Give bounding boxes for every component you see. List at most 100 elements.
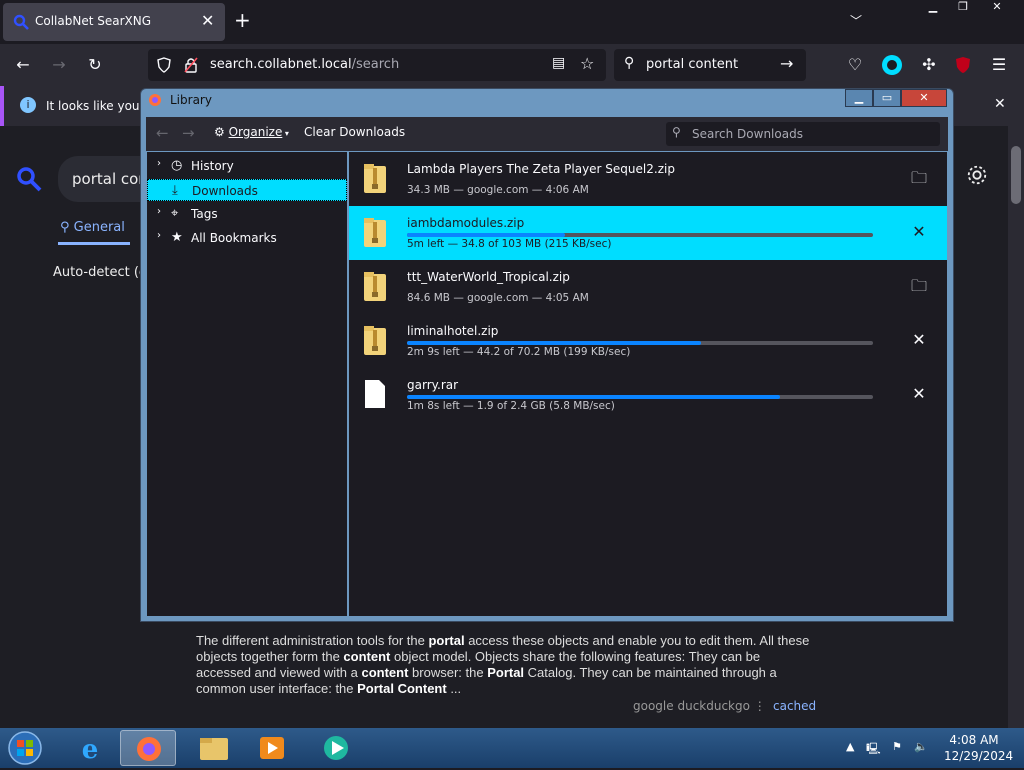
clock-time: 4:08 AM bbox=[949, 733, 999, 747]
cancel-download-icon[interactable]: ✕ bbox=[907, 328, 931, 352]
info-icon: i bbox=[20, 97, 36, 113]
snippet-bold: Portal Content bbox=[357, 681, 447, 696]
clear-downloads-button[interactable]: Clear Downloads bbox=[304, 125, 405, 139]
tab-general-label: General bbox=[73, 220, 125, 235]
expand-twisty-icon[interactable]: › bbox=[157, 206, 161, 217]
network-icon[interactable]: 🖳 bbox=[866, 740, 881, 759]
search-text[interactable]: portal content bbox=[646, 57, 738, 72]
snippet-text: The different administration tools for t… bbox=[196, 633, 429, 648]
page-scrollbar[interactable] bbox=[1008, 126, 1024, 728]
show-hidden-icons-icon[interactable]: ▲ bbox=[846, 740, 854, 753]
tree-item-downloads[interactable]: ⤓ Downloads bbox=[147, 179, 347, 201]
shield-icon[interactable] bbox=[156, 57, 172, 73]
file-explorer-icon[interactable] bbox=[186, 730, 242, 766]
close-notification-icon[interactable]: ✕ bbox=[994, 96, 1006, 112]
pocket-icon[interactable]: ♡ bbox=[842, 52, 868, 78]
browser-tab[interactable]: CollabNet SearXNG ✕ bbox=[3, 3, 225, 41]
lock-icon[interactable] bbox=[184, 57, 198, 73]
library-back-icon[interactable]: ← bbox=[156, 124, 169, 142]
new-tab-icon[interactable]: + bbox=[234, 8, 251, 32]
download-item[interactable]: garry.rar 1m 8s left — 1.9 of 2.4 GB (5.8… bbox=[349, 368, 947, 422]
url-path: /search bbox=[351, 57, 400, 72]
library-maximize-icon[interactable]: ▭ bbox=[873, 89, 901, 107]
cached-link[interactable]: cached bbox=[773, 699, 816, 713]
result-snippet: The different administration tools for t… bbox=[196, 633, 816, 697]
media-player-icon[interactable] bbox=[244, 730, 300, 766]
system-clock[interactable]: 4:08 AM 12/29/2024 bbox=[944, 732, 1014, 764]
query-text[interactable]: portal cor bbox=[72, 170, 144, 188]
organize-button[interactable]: ⚙ Organize ▾ bbox=[214, 125, 289, 139]
snippet-text: browser: the bbox=[408, 665, 488, 680]
expand-twisty-icon[interactable]: › bbox=[157, 230, 161, 241]
scrollbar-thumb[interactable] bbox=[1011, 146, 1021, 204]
go-arrow-icon[interactable]: → bbox=[780, 54, 793, 73]
close-window-icon[interactable]: ✕ bbox=[982, 0, 1012, 18]
url-text[interactable]: search.collabnet.local/search bbox=[210, 57, 399, 72]
reload-icon[interactable]: ↻ bbox=[82, 52, 108, 78]
download-item[interactable]: Lambda Players The Zeta Player Sequel2.z… bbox=[349, 152, 947, 206]
download-filename: Lambda Players The Zeta Player Sequel2.z… bbox=[407, 162, 675, 176]
cancel-download-icon[interactable]: ✕ bbox=[907, 382, 931, 406]
clock-date: 12/29/2024 bbox=[944, 749, 1014, 763]
searxng-logo-icon[interactable] bbox=[16, 166, 42, 192]
tree-item-all-bookmarks[interactable]: › ★ All Bookmarks bbox=[147, 227, 347, 249]
library-minimize-icon[interactable]: ▁ bbox=[845, 89, 873, 107]
language-autodetect[interactable]: Auto-detect (er bbox=[53, 265, 152, 280]
zip-folder-icon bbox=[364, 164, 386, 193]
tree-item-tags[interactable]: › ⌖ Tags bbox=[147, 203, 347, 225]
snippet-bold: portal bbox=[428, 633, 465, 648]
menu-icon[interactable]: ☰ bbox=[986, 52, 1012, 78]
volume-muted-icon[interactable]: 🔈 bbox=[914, 740, 928, 753]
tab-underline bbox=[58, 242, 130, 245]
action-center-flag-icon[interactable]: ⚑ bbox=[892, 740, 902, 753]
preferences-gear-icon[interactable] bbox=[966, 164, 988, 186]
list-tabs-icon[interactable]: ﹀ bbox=[850, 12, 862, 29]
bookmark-star-icon[interactable]: ☆ bbox=[580, 54, 594, 73]
minimize-icon[interactable]: ▁ bbox=[918, 0, 948, 18]
download-item[interactable]: iambdamodules.zip 5m left — 34.8 of 103 M… bbox=[349, 206, 947, 260]
download-filename: iambdamodules.zip bbox=[407, 216, 525, 230]
library-title: Library bbox=[170, 93, 212, 107]
library-forward-icon[interactable]: → bbox=[182, 124, 195, 142]
organize-gear-icon: ⚙ bbox=[214, 125, 229, 139]
download-status: 5m left — 34.8 of 103 MB (215 KB/sec) bbox=[407, 238, 612, 250]
close-tab-icon[interactable]: ✕ bbox=[201, 11, 214, 30]
back-icon[interactable]: ← bbox=[10, 52, 36, 78]
extensions-icon[interactable]: ✣ bbox=[916, 52, 942, 78]
library-toolbar: ← → ⚙ Organize ▾ Clear Downloads ⚲ Searc… bbox=[146, 117, 948, 151]
tab-general[interactable]: ⚲ General bbox=[60, 220, 125, 235]
restore-icon[interactable]: ❐ bbox=[948, 0, 978, 18]
download-item[interactable]: liminalhotel.zip 2m 9s left — 44.2 of 70.… bbox=[349, 314, 947, 368]
query-input[interactable]: portal cor bbox=[58, 156, 148, 202]
download-progress-bar bbox=[407, 341, 873, 345]
firefox-taskbar-icon[interactable] bbox=[120, 730, 176, 766]
dropdown-arrow-icon: ▾ bbox=[282, 129, 289, 138]
open-folder-icon[interactable]: 🗀 bbox=[907, 166, 931, 190]
organize-label: Organize bbox=[228, 125, 283, 139]
search-bar[interactable]: ⚲ portal content → bbox=[614, 49, 806, 81]
snippet-bold: content bbox=[343, 649, 391, 664]
download-status: 1m 8s left — 1.9 of 2.4 GB (5.8 MB/sec) bbox=[407, 400, 615, 412]
download-progress-bar bbox=[407, 233, 873, 237]
tree-item-history[interactable]: › ◷ History bbox=[147, 155, 347, 177]
search-downloads-placeholder[interactable]: Search Downloads bbox=[692, 127, 803, 141]
search-downloads-field[interactable]: ⚲ Search Downloads bbox=[666, 122, 940, 146]
cancel-download-icon[interactable]: ✕ bbox=[907, 220, 931, 244]
snippet-text: ... bbox=[446, 681, 462, 696]
app-taskbar-icon[interactable] bbox=[308, 730, 364, 766]
forward-icon[interactable]: → bbox=[46, 52, 72, 78]
library-close-icon[interactable]: ✕ bbox=[901, 89, 947, 107]
account-icon[interactable] bbox=[881, 54, 903, 76]
internet-explorer-icon[interactable]: e bbox=[62, 730, 118, 766]
download-item[interactable]: ttt_WaterWorld_Tropical.zip 84.6 MB — goo… bbox=[349, 260, 947, 314]
navigation-toolbar: ← → ↻ search.collabnet.local/search ▤ ☆ … bbox=[0, 44, 1024, 86]
reader-view-icon[interactable]: ▤ bbox=[552, 55, 565, 71]
url-bar[interactable]: search.collabnet.local/search ▤ ☆ bbox=[148, 49, 606, 81]
ublock-icon[interactable] bbox=[954, 56, 972, 74]
expand-twisty-icon[interactable]: › bbox=[157, 158, 161, 169]
general-search-icon: ⚲ bbox=[60, 220, 74, 235]
library-window: Library ▁ ▭ ✕ ← → ⚙ Organize ▾ Clear Dow… bbox=[140, 88, 954, 622]
open-folder-icon[interactable]: 🗀 bbox=[907, 274, 931, 298]
windows-taskbar: e ▲ 🖳 ⚑ 🔈 4:08 AM 12/29/2024 bbox=[0, 728, 1024, 768]
windows-start-icon[interactable] bbox=[4, 730, 46, 766]
